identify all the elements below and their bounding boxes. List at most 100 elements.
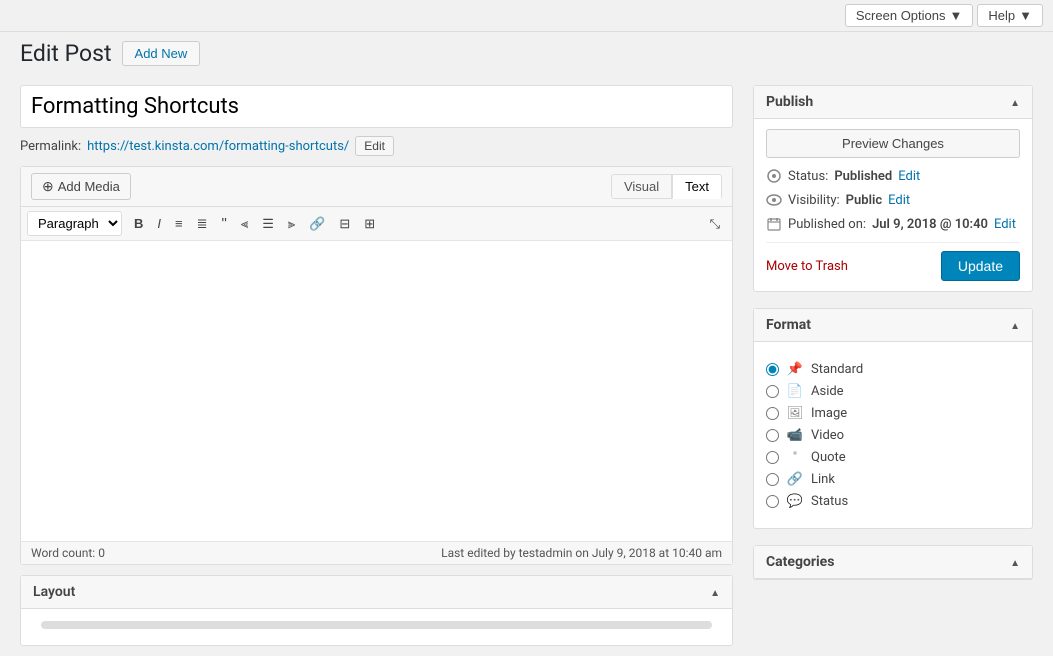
editor-area: Permalink: https://test.kinsta.com/forma… bbox=[20, 85, 733, 646]
add-new-button[interactable]: Add New bbox=[122, 41, 201, 66]
format-radio-video[interactable] bbox=[766, 429, 779, 442]
italic-button[interactable]: I bbox=[151, 213, 167, 234]
visibility-row: Visibility: Public Edit bbox=[766, 192, 1020, 208]
word-count-bar: Word count: 0 Last edited by testadmin o… bbox=[21, 541, 732, 564]
align-center-button[interactable]: ☰ bbox=[256, 213, 280, 234]
format-radio-aside[interactable] bbox=[766, 385, 779, 398]
quote-icon: " bbox=[787, 449, 803, 465]
format-item-standard: 📌 Standard bbox=[766, 358, 1020, 380]
format-label-aside: Aside bbox=[811, 384, 844, 399]
main-layout: Permalink: https://test.kinsta.com/forma… bbox=[0, 75, 1053, 656]
tab-visual[interactable]: Visual bbox=[611, 174, 672, 199]
format-label-link: Link bbox=[811, 472, 835, 487]
link-icon: 🔗 bbox=[787, 471, 803, 487]
format-metabox-header[interactable]: Format bbox=[754, 309, 1032, 342]
add-media-icon: ⊕ bbox=[42, 178, 54, 195]
bold-button[interactable]: B bbox=[128, 213, 149, 234]
expand-toolbar-button[interactable]: ⤡ bbox=[704, 212, 726, 236]
format-label-video: Video bbox=[811, 428, 844, 443]
publish-metabox-header[interactable]: Publish bbox=[754, 86, 1032, 119]
format-metabox-body: 📌 Standard 📄 Aside 🖼 Image bbox=[754, 342, 1032, 528]
add-media-button[interactable]: ⊕ Add Media bbox=[31, 173, 131, 200]
editor-toolbar: Paragraph B I ≡ ≣ " ⫷ ☰ ⫸ 🔗 ⊟ ⊞ ⤡ bbox=[21, 207, 732, 241]
permalink-edit-button[interactable]: Edit bbox=[355, 136, 394, 156]
format-item-image: 🖼 Image bbox=[766, 402, 1020, 424]
unlink-button[interactable]: ⊟ bbox=[333, 213, 356, 234]
update-button[interactable]: Update bbox=[941, 251, 1020, 281]
help-label: Help bbox=[988, 8, 1015, 23]
format-item-video: 📹 Video bbox=[766, 424, 1020, 446]
publish-footer: Move to Trash Update bbox=[766, 242, 1020, 281]
status-edit-link[interactable]: Edit bbox=[898, 169, 920, 184]
calendar-icon bbox=[766, 216, 782, 232]
help-button[interactable]: Help ▼ bbox=[977, 4, 1043, 27]
layout-section: Layout bbox=[20, 575, 733, 646]
status-row: Status: Published Edit bbox=[766, 168, 1020, 184]
published-edit-link[interactable]: Edit bbox=[994, 217, 1016, 232]
ordered-list-button[interactable]: ≣ bbox=[191, 213, 214, 234]
standard-icon: 📌 bbox=[787, 361, 803, 377]
status-icon bbox=[766, 168, 782, 184]
video-icon: 📹 bbox=[787, 427, 803, 443]
aside-icon: 📄 bbox=[787, 383, 803, 399]
categories-metabox: Categories bbox=[753, 545, 1033, 580]
categories-metabox-header[interactable]: Categories bbox=[754, 546, 1032, 579]
screen-options-button[interactable]: Screen Options ▼ bbox=[845, 4, 973, 27]
format-label-quote: Quote bbox=[811, 450, 846, 465]
last-edited-text: Last edited by testadmin on July 9, 2018… bbox=[441, 546, 722, 560]
format-radio-standard[interactable] bbox=[766, 363, 779, 376]
screen-options-chevron: ▼ bbox=[950, 8, 963, 23]
permalink-link[interactable]: https://test.kinsta.com/formatting-short… bbox=[87, 139, 349, 154]
move-to-trash-link[interactable]: Move to Trash bbox=[766, 259, 848, 274]
published-label: Published on: bbox=[788, 217, 866, 232]
permalink-row: Permalink: https://test.kinsta.com/forma… bbox=[20, 136, 733, 156]
layout-section-title: Layout bbox=[33, 584, 75, 600]
format-label-status: Status bbox=[811, 494, 848, 509]
publish-chevron-icon bbox=[1010, 95, 1020, 110]
table-button[interactable]: ⊞ bbox=[358, 213, 381, 234]
word-count-value: 0 bbox=[98, 546, 105, 560]
status-value: Published bbox=[834, 169, 892, 184]
unordered-list-button[interactable]: ≡ bbox=[169, 213, 189, 234]
layout-section-header[interactable]: Layout bbox=[21, 576, 732, 609]
editor-content[interactable] bbox=[21, 241, 732, 541]
layout-scroll[interactable] bbox=[41, 621, 712, 629]
layout-chevron-icon bbox=[710, 585, 720, 600]
word-count-text: Word count: 0 bbox=[31, 546, 105, 560]
permalink-label: Permalink: bbox=[20, 139, 81, 154]
format-radio-quote[interactable] bbox=[766, 451, 779, 464]
format-item-quote: " Quote bbox=[766, 446, 1020, 468]
post-title-input[interactable] bbox=[20, 85, 733, 128]
format-radio-link[interactable] bbox=[766, 473, 779, 486]
visibility-label: Visibility: bbox=[788, 193, 840, 208]
format-label-standard: Standard bbox=[811, 362, 863, 377]
categories-chevron-icon bbox=[1010, 555, 1020, 570]
publish-title: Publish bbox=[766, 94, 813, 110]
format-label-image: Image bbox=[811, 406, 847, 421]
format-list: 📌 Standard 📄 Aside 🖼 Image bbox=[766, 352, 1020, 518]
published-value: Jul 9, 2018 @ 10:40 bbox=[872, 217, 988, 232]
help-chevron: ▼ bbox=[1019, 8, 1032, 23]
wp-editor-wrap: ⊕ Add Media Visual Text Paragraph B I ≡ … bbox=[20, 166, 733, 565]
word-count-label: Word count: bbox=[31, 546, 95, 560]
format-chevron-icon bbox=[1010, 318, 1020, 333]
publish-metabox-body: Preview Changes Status: Published Edit bbox=[754, 119, 1032, 291]
preview-changes-button[interactable]: Preview Changes bbox=[766, 129, 1020, 158]
paragraph-select[interactable]: Paragraph bbox=[27, 211, 122, 236]
format-radio-image[interactable] bbox=[766, 407, 779, 420]
link-button[interactable]: 🔗 bbox=[303, 213, 331, 234]
visibility-icon bbox=[766, 192, 782, 208]
status-format-icon: 💬 bbox=[787, 493, 803, 509]
status-label: Status: bbox=[788, 169, 828, 184]
format-item-status: 💬 Status bbox=[766, 490, 1020, 512]
align-right-button[interactable]: ⫸ bbox=[282, 213, 301, 234]
page-header: Edit Post Add New bbox=[0, 32, 1053, 75]
align-left-button[interactable]: ⫷ bbox=[235, 213, 254, 234]
visibility-edit-link[interactable]: Edit bbox=[888, 193, 910, 208]
format-radio-status[interactable] bbox=[766, 495, 779, 508]
screen-options-label: Screen Options bbox=[856, 8, 946, 23]
tab-text[interactable]: Text bbox=[672, 174, 722, 199]
blockquote-button[interactable]: " bbox=[216, 212, 233, 235]
editor-tabs: Visual Text bbox=[611, 174, 722, 199]
editor-tabs-row: ⊕ Add Media Visual Text bbox=[21, 167, 732, 207]
